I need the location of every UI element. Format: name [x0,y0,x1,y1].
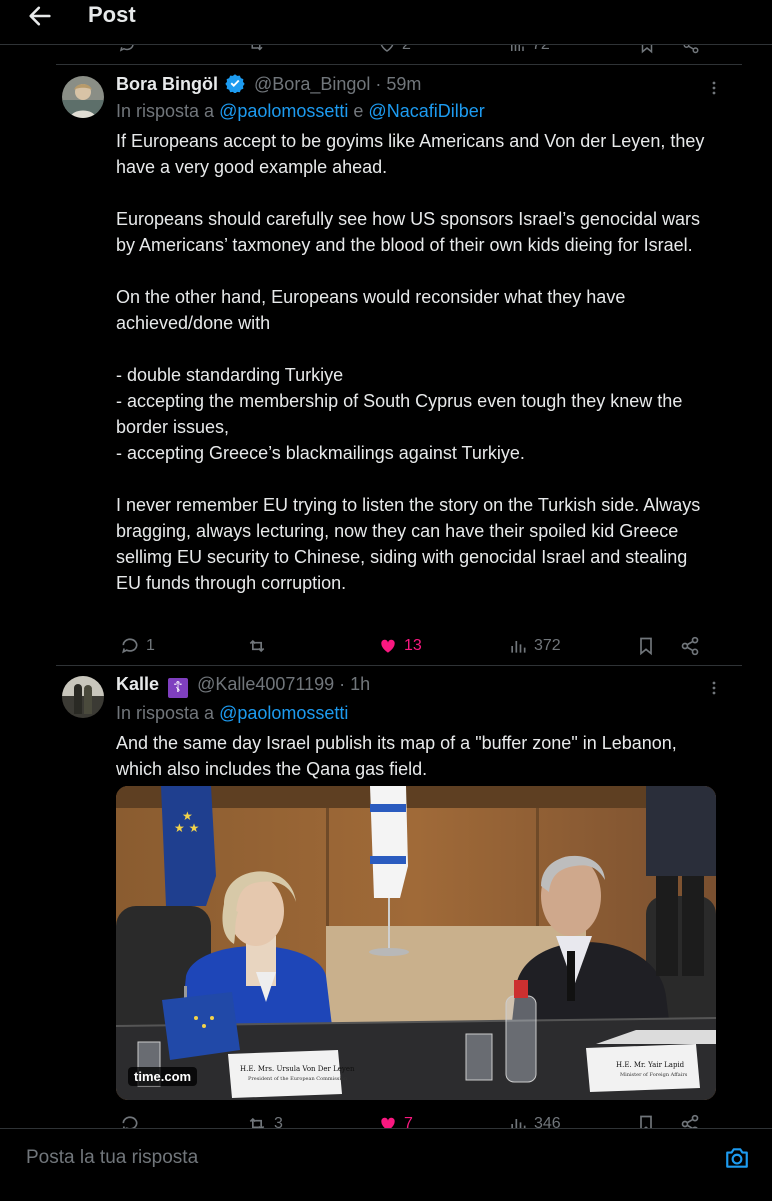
post-time: · 1h [339,674,371,694]
author-name[interactable]: Kalle [116,674,159,694]
more-options-icon[interactable] [706,80,722,96]
mention-link[interactable]: @paolomossetti [219,101,348,121]
reply-post[interactable]: Kalle ☦ @Kalle40071199 · 1h In risposta … [56,672,742,1134]
repost-button[interactable] [246,634,274,658]
replying-to-joiner: e [348,101,369,121]
placard-left-name: H.E. Mrs. Ursula Von Der Leyen [240,1065,355,1073]
repost-icon [249,639,265,653]
bookmark-button[interactable] [636,634,656,658]
top-bar: Post [0,0,772,45]
reply-post[interactable]: Bora Bingöl @Bora_Bingol · 59m In rispos… [56,72,742,666]
post-actions: 1 13 372 [116,634,716,658]
camera-icon[interactable] [724,1145,750,1171]
like-count: 13 [404,637,422,654]
share-button[interactable] [680,634,700,658]
share-icon [681,636,699,656]
replying-to: In risposta a @paolomossetti e @NacafiDi… [116,98,716,124]
more-options-icon[interactable] [706,680,722,696]
reply-count: 1 [146,637,155,654]
reply-composer-bar: Posta la tua risposta [0,1128,772,1201]
mention-link[interactable]: @paolomossetti [219,703,348,723]
replying-to-label: In risposta a [116,101,220,121]
views-button[interactable]: 372 [508,634,561,658]
replying-to: In risposta a @paolomossetti [116,700,716,726]
author-name[interactable]: Bora Bingöl [116,74,218,94]
divider [56,665,742,666]
replying-to-label: In risposta a [116,703,220,723]
reply-icon [122,638,138,654]
views-icon [511,641,526,653]
svg-text:★: ★ [182,809,193,823]
reply-input[interactable]: Posta la tua risposta [26,1147,198,1169]
page-title: Post [88,2,136,27]
post-time: · 59m [375,74,422,94]
placard-right-title: Minister of Foreign Affairs [620,1072,688,1078]
reply-button[interactable]: 1 [120,634,155,658]
back-arrow-icon[interactable] [26,2,54,30]
avatar[interactable] [62,76,104,118]
placard-right-name: H.E. Mr. Yair Lapid [616,1061,685,1069]
post-text: And the same day Israel publish its map … [116,733,682,779]
mention-link[interactable]: @NacafiDilber [368,101,484,121]
avatar[interactable] [62,676,104,718]
divider [56,64,742,65]
post-text: If Europeans accept to be goyims like Am… [116,131,705,593]
placard-left-title: President of the European Commission [248,1076,348,1082]
media-source-badge: time.com [128,1067,198,1086]
author-handle[interactable]: @Bora_Bingol [254,74,370,94]
orthodox-cross-emoji: ☦ [168,678,189,698]
author-handle[interactable]: @Kalle40071199 [197,674,334,694]
bookmark-icon [640,637,652,656]
svg-text:★ ★: ★ ★ [174,821,199,835]
post-media-photo[interactable]: ★ ★ ★ H.E. Mrs. Ursula Von Der Leyen Pre… [116,786,716,1100]
like-button[interactable]: 13 [378,634,422,658]
heart-filled-icon [381,639,395,653]
views-count: 372 [534,637,561,654]
verified-badge-icon [225,73,245,93]
